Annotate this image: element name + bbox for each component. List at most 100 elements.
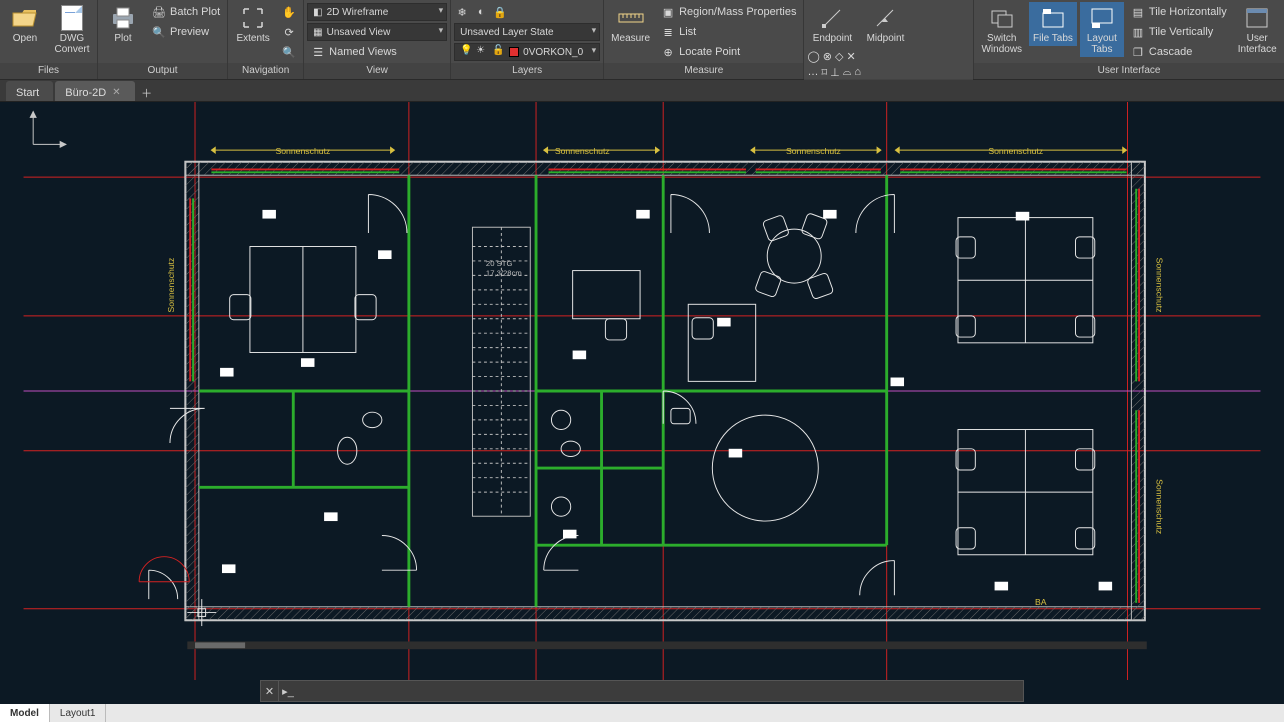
tab-model-label: Model [10,708,39,719]
panel-output: Plot 🖨 Batch Plot 🔍 Preview Output [98,0,228,79]
cascade-button[interactable]: ❐Cascade [1127,43,1231,61]
windows-icon [988,4,1016,32]
lock-icon: 🔓 [492,45,506,59]
orbit-button[interactable]: ⟳ [278,23,300,41]
printer-icon [109,4,137,32]
endpoint-button[interactable]: Endpoint [807,2,857,46]
snap-perp-icon[interactable]: ⊥ [830,66,840,79]
panel-title-view: View [304,63,450,79]
measure-button[interactable]: Measure [607,2,654,46]
snap-ins-icon[interactable]: ⌑ [821,66,827,79]
plot-button[interactable]: Plot [101,2,145,46]
panel-title-navigation: Navigation [228,63,303,79]
layout-tabs-button[interactable]: Layout Tabs [1080,2,1124,57]
preview-button[interactable]: 🔍 Preview [148,23,224,41]
panel-osnap: Endpoint Midpoint ◯ ⊗ ◇ ✕ … ⌑ ⊥ ⌓ ⌂ Obje… [804,0,974,79]
pan-button[interactable]: ✋ [278,3,300,21]
list-icon: ☰ [311,45,325,59]
layout-tabstrip: Model Layout1 [0,704,1284,722]
snap-near-icon[interactable]: ⌂ [854,66,861,79]
visual-style-dropdown[interactable]: ◧2D Wireframe [307,3,447,21]
view-icon: ▦ [313,27,322,38]
midpoint-button[interactable]: Midpoint [860,2,910,46]
layer-toggles: 💡 ☀ 🔓 [460,45,506,59]
file-tabs-button[interactable]: File Tabs [1029,2,1077,46]
open-label: Open [13,33,37,44]
batch-plot-button[interactable]: 🖨 Batch Plot [148,3,224,21]
ui-icon [1243,4,1271,32]
magnifier-icon: 🔍 [152,25,166,39]
printer-small-icon: 🖨 [152,5,166,19]
tile-v-button[interactable]: ▥Tile Vertically [1127,23,1231,41]
command-input[interactable] [297,685,1023,697]
tile-h-label: Tile Horizontally [1149,6,1227,18]
snap-tan-icon[interactable]: ⌓ [843,66,852,79]
h-scrollbar-thumb[interactable] [195,642,245,648]
label-sun-4: Sonnenschutz [988,146,1043,156]
list-button[interactable]: ≣List [657,23,800,41]
snap-quad-icon[interactable]: ◇ [835,50,843,63]
zoom-button[interactable]: 🔍 [278,43,300,61]
region-icon: ▣ [661,5,675,19]
preview-label: Preview [170,26,209,38]
measure-label: Measure [611,33,650,44]
floorplan-svg: Sonnenschutz Sonnenschutz Sonnenschutz S… [0,102,1284,680]
label-ba: BA [1035,597,1047,607]
tile-v-icon: ▥ [1131,25,1145,39]
midpoint-icon [871,4,899,32]
tile-h-button[interactable]: ▤ Tile Horizontally [1127,3,1231,21]
tile-h-icon: ▤ [1131,5,1145,19]
tab-document[interactable]: Büro-2D ✕ [55,81,134,101]
panel-title-files: Files [0,63,97,79]
visual-style-value: 2D Wireframe [327,7,389,18]
panel-navigation: Extents ✋ ⟳ 🔍 Navigation [228,0,304,79]
snap-node-icon[interactable]: ⊗ [823,50,832,63]
command-line: ✕ ▸_ [260,680,1024,702]
extents-icon [239,4,267,32]
tab-model[interactable]: Model [0,704,50,722]
layer-tool-a[interactable]: ❄ [454,3,470,21]
layer-state-dropdown[interactable]: Unsaved Layer State [454,23,600,41]
endpoint-label: Endpoint [813,33,852,44]
layer-lock-icon: 🔒 [493,5,507,19]
label-sun-r1: Sonnenschutz [1154,258,1164,313]
panel-ui: Switch Windows File Tabs Layout Tabs ▤ Ti… [974,0,1284,79]
tab-start[interactable]: Start [6,81,53,101]
snap-ext-icon[interactable]: … [807,66,818,79]
locate-point-button[interactable]: ⊕Locate Point [657,43,800,61]
label-sun-l: Sonnenschutz [166,258,176,313]
panel-title-measure: Measure [604,63,803,79]
document-icon [58,4,86,32]
panel-measure: Measure ▣Region/Mass Properties ≣List ⊕L… [604,0,804,79]
ruler-icon [617,4,645,32]
tab-layout1[interactable]: Layout1 [50,704,107,722]
drawing-canvas[interactable]: Sonnenschutz Sonnenschutz Sonnenschutz S… [0,102,1284,680]
extents-button[interactable]: Extents [231,2,275,46]
snap-int-icon[interactable]: ✕ [846,50,855,63]
user-interface-button[interactable]: User Interface [1234,2,1281,57]
new-tab-button[interactable]: ＋ [137,83,157,101]
cascade-label: Cascade [1149,46,1192,58]
dwg-convert-label: DWG Convert [54,33,89,55]
label-stair-dim: 17,3/28cm [486,268,522,277]
close-icon[interactable]: ✕ [112,87,120,98]
current-layer-dropdown[interactable]: 💡 ☀ 🔓 0VORKON_0 [454,43,600,61]
current-layer-value: 0VORKON_0 [523,47,583,58]
snap-center-icon[interactable]: ◯ [807,50,819,63]
layer-freeze-icon: ❄ [455,5,469,19]
layer-tool-c[interactable]: 🔒 [492,3,508,21]
sun-icon: ☀ [476,45,490,59]
layer-tool-b[interactable]: ◐ [473,3,489,21]
open-button[interactable]: Open [3,2,47,46]
dwg-convert-button[interactable]: DWG Convert [50,2,94,57]
region-button[interactable]: ▣Region/Mass Properties [657,3,800,21]
midpoint-label: Midpoint [867,33,905,44]
named-views-button[interactable]: ☰Named Views [307,43,447,61]
layer-off-icon: ◐ [474,5,488,19]
label-stair: 20 STG [486,259,513,268]
command-close-button[interactable]: ✕ [261,681,279,701]
point-icon: ⊕ [661,45,675,59]
saved-view-dropdown[interactable]: ▦Unsaved View [307,23,447,41]
endpoint-icon [818,4,846,32]
switch-windows-button[interactable]: Switch Windows [977,2,1026,57]
